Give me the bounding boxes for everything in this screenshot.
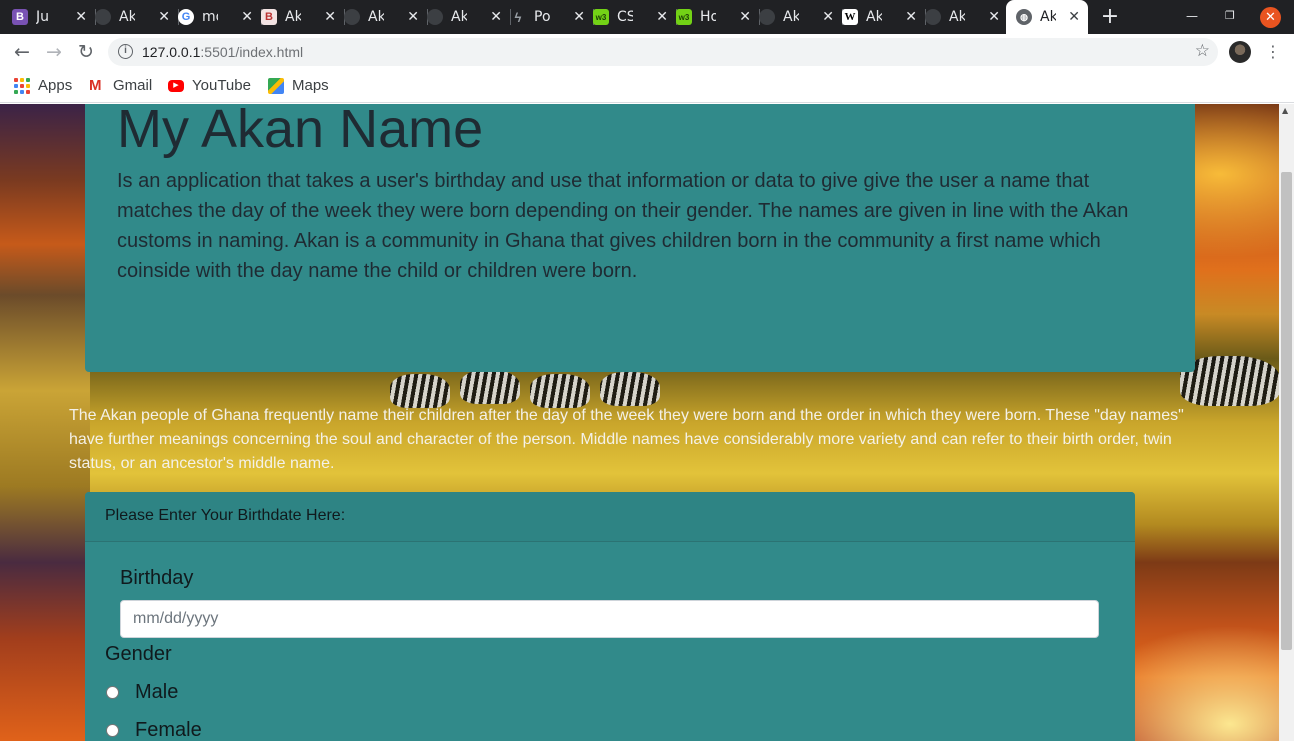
w3schools-icon: w3 (676, 9, 692, 25)
scroll-up-arrow-icon[interactable]: ▲ (1282, 106, 1288, 115)
gmail-icon: M (89, 76, 102, 94)
app-description: Is an application that takes a user's bi… (117, 170, 1129, 282)
tab-bootstrap[interactable]: B Ju ✕ (12, 0, 96, 34)
hero-panel: My Akan Name Is an application that take… (85, 104, 1195, 372)
tab-strip: B Ju ✕ Ak ✕ G mo ✕ B Ak ✕ Ak ✕ Ak ✕ ϟ Po… (0, 0, 1294, 34)
url-text: 127.0.0.1:5501/index.html (142, 44, 304, 60)
github-icon (759, 9, 775, 25)
close-tab-icon[interactable]: ✕ (573, 9, 585, 25)
tab-github[interactable]: Ak ✕ (344, 0, 428, 34)
close-tab-icon[interactable]: ✕ (158, 9, 170, 25)
birthday-label: Birthday (120, 567, 194, 589)
tab-w3schools[interactable]: w3 Ho ✕ (676, 0, 760, 34)
bookmark-gmail[interactable]: M Gmail (89, 77, 152, 94)
tab-active-akan[interactable]: ◍ Ak ✕ (1006, 0, 1088, 34)
apps-grid-icon (14, 77, 30, 94)
tab-wikipedia[interactable]: W Ak ✕ (842, 0, 926, 34)
github-icon (95, 9, 111, 25)
close-tab-icon[interactable]: ✕ (905, 9, 917, 25)
youtube-icon: ▶ (168, 80, 184, 92)
birthday-date-input[interactable]: mm/dd/yyyy (120, 600, 1099, 638)
page-scrollbar[interactable]: ▲ (1279, 104, 1294, 741)
close-tab-icon[interactable]: ✕ (241, 9, 253, 25)
close-tab-icon[interactable]: ✕ (75, 9, 87, 25)
tab-github[interactable]: Ak ✕ (95, 0, 179, 34)
gender-label: Gender (105, 643, 172, 665)
close-tab-icon[interactable]: ✕ (1068, 9, 1080, 25)
page-title: My Akan Name (117, 104, 484, 159)
bookmark-youtube[interactable]: ▶ YouTube (168, 77, 251, 94)
behance-icon: B (261, 9, 277, 25)
window-close-button[interactable]: ✕ (1260, 7, 1281, 28)
close-tab-icon[interactable]: ✕ (988, 9, 1000, 25)
restore-button[interactable]: ❐ (1225, 9, 1235, 22)
google-icon: G (178, 9, 194, 25)
address-bar[interactable]: i 127.0.0.1:5501/index.html ☆ (108, 38, 1218, 66)
profile-avatar[interactable] (1229, 41, 1251, 63)
form-card-header: Please Enter Your Birthdate Here: (85, 492, 1135, 542)
tab-google[interactable]: G mo ✕ (178, 0, 262, 34)
more-menu-icon[interactable]: ⋮ (1265, 42, 1281, 61)
page-viewport: My Akan Name Is an application that take… (0, 104, 1279, 741)
tab-github[interactable]: Ak ✕ (427, 0, 511, 34)
wikipedia-icon: W (842, 9, 858, 25)
back-button[interactable]: ← (10, 40, 34, 64)
close-tab-icon[interactable]: ✕ (739, 9, 751, 25)
bootstrap-icon: B (12, 9, 28, 25)
birthdate-form-card: Please Enter Your Birthdate Here: Birthd… (85, 492, 1135, 741)
minimize-button[interactable]: — (1186, 9, 1198, 23)
tab-github[interactable]: Ak ✕ (925, 0, 1008, 34)
gender-option-female[interactable]: Female (106, 719, 202, 741)
tab-postman[interactable]: ϟ Po ✕ (510, 0, 594, 34)
forward-button[interactable]: → (42, 40, 66, 64)
akan-intro-text: The Akan people of Ghana frequently name… (69, 407, 1184, 472)
reload-button[interactable]: ↻ (74, 40, 98, 64)
bookmark-apps[interactable]: Apps (14, 77, 72, 94)
postman-icon: ϟ (514, 9, 522, 25)
browser-toolbar: ← → ↻ i 127.0.0.1:5501/index.html ☆ ⋮ (0, 34, 1294, 70)
female-radio[interactable] (106, 724, 119, 737)
close-tab-icon[interactable]: ✕ (822, 9, 834, 25)
github-icon (427, 9, 443, 25)
github-icon (344, 9, 360, 25)
tab-behance[interactable]: B Ak ✕ (261, 0, 345, 34)
w3schools-icon: w3 (593, 9, 609, 25)
bookmark-star-icon[interactable]: ☆ (1195, 41, 1210, 61)
tab-github[interactable]: Ak ✕ (759, 0, 843, 34)
bookmarks-bar: Apps M Gmail ▶ YouTube Maps (0, 70, 1294, 103)
close-tab-icon[interactable]: ✕ (490, 9, 502, 25)
gender-option-male[interactable]: Male (106, 681, 178, 704)
scrollbar-thumb[interactable] (1281, 172, 1292, 650)
close-tab-icon[interactable]: ✕ (324, 9, 336, 25)
maps-icon (268, 77, 284, 94)
globe-icon: ◍ (1016, 9, 1032, 25)
github-icon (925, 9, 941, 25)
male-radio[interactable] (106, 686, 119, 699)
tab-w3schools[interactable]: w3 CS ✕ (593, 0, 677, 34)
close-tab-icon[interactable]: ✕ (656, 9, 668, 25)
info-icon[interactable]: i (118, 44, 133, 59)
bookmark-maps[interactable]: Maps (268, 77, 329, 94)
close-tab-icon[interactable]: ✕ (407, 9, 419, 25)
new-tab-button[interactable]: + (1099, 6, 1121, 28)
